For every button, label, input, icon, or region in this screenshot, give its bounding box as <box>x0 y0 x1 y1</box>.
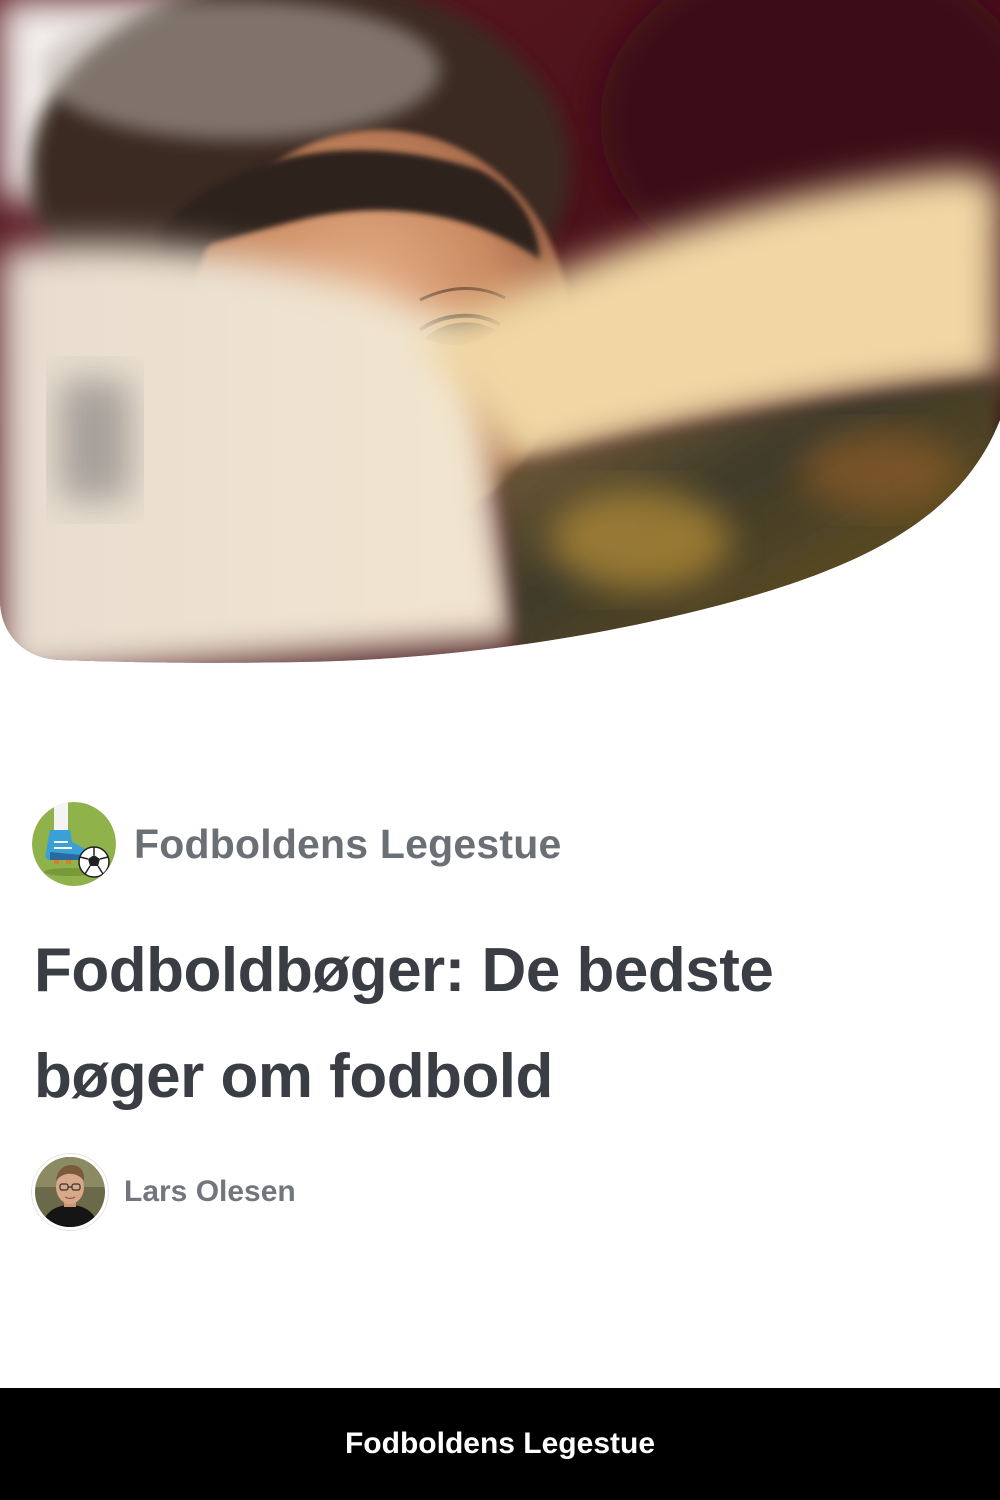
footer-bar[interactable]: Fodboldens Legestue <box>0 1388 1000 1500</box>
footer-site-name[interactable]: Fodboldens Legestue <box>345 1427 655 1461</box>
author-byline[interactable]: Lars Olesen <box>32 1154 296 1230</box>
author-name[interactable]: Lars Olesen <box>124 1175 296 1209</box>
site-identity[interactable]: Fodboldens Legestue <box>32 801 562 887</box>
hero-photo-illustration <box>0 0 1000 663</box>
site-logo[interactable] <box>32 802 116 886</box>
author-avatar[interactable] <box>32 1154 108 1230</box>
article-title[interactable]: Fodboldbøger: De bedste bøger om fodbold <box>34 918 934 1130</box>
site-name[interactable]: Fodboldens Legestue <box>134 821 562 868</box>
article-preview-page: Fodboldens Legestue Fodboldbøger: De bed… <box>0 0 1000 1500</box>
hero-image[interactable] <box>0 0 1000 670</box>
author-portrait-icon <box>35 1157 105 1227</box>
soccer-boot-kicking-ball-icon <box>32 802 116 886</box>
